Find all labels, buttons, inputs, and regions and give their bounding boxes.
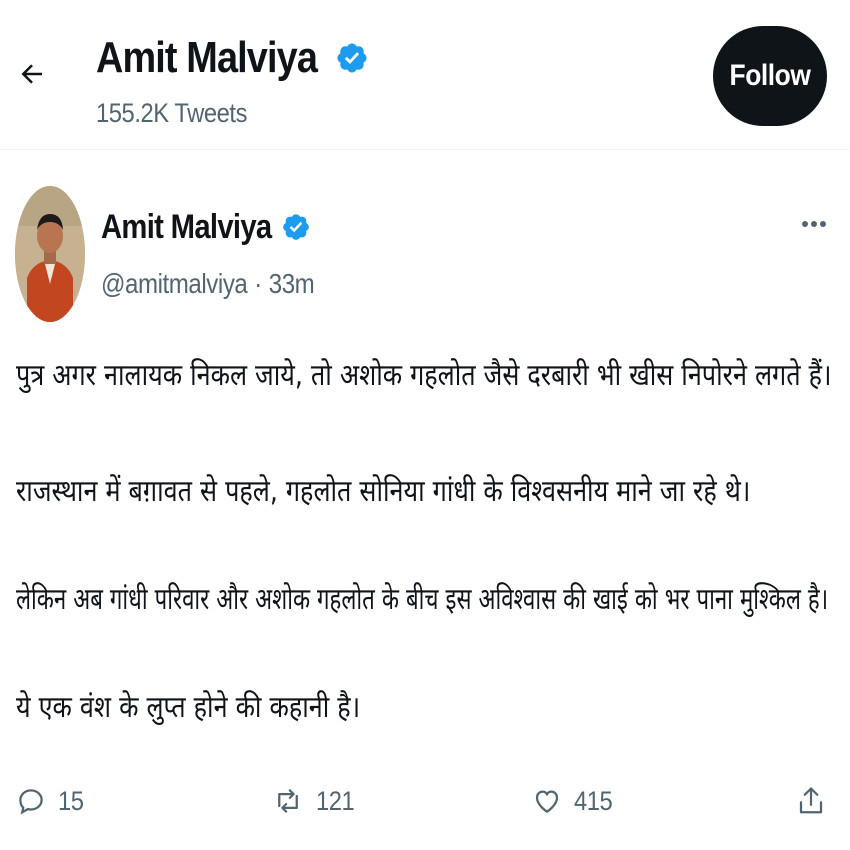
like-count: 415 — [574, 785, 613, 816]
back-button[interactable] — [10, 52, 54, 96]
tweet-count: 155.2K Tweets — [96, 98, 248, 128]
profile-header: Amit Malviya 155.2K Tweets Follow — [0, 0, 850, 150]
page-title: Amit Malviya — [96, 33, 318, 82]
avatar[interactable] — [15, 186, 85, 322]
follow-button[interactable]: Follow — [713, 26, 827, 126]
heart-icon — [535, 790, 559, 813]
header-title-row: Amit Malviya — [96, 30, 369, 86]
like-action[interactable]: 415 — [532, 776, 618, 826]
more-horizontal-icon — [802, 221, 826, 227]
tweet-text-line: पुत्र अगर नालायक निकल जाये, तो अशोक गहलो… — [16, 358, 832, 393]
reply-count: 15 — [58, 785, 84, 816]
tweet-meta: @amitmalviya · 33m — [101, 262, 315, 306]
profile-tweet-page: Amit Malviya 155.2K Tweets Follow Amit M… — [0, 0, 850, 850]
more-options-button[interactable] — [792, 204, 836, 244]
verified-badge-icon — [283, 214, 310, 240]
verified-badge-icon — [337, 43, 367, 73]
tweet-text-line: ये एक वंश के लुप्त होने की कहानी है। — [16, 690, 361, 725]
reply-icon — [19, 789, 43, 815]
meta-separator: · — [254, 268, 262, 299]
tweet-handle[interactable]: @amitmalviya — [101, 268, 248, 300]
reply-action[interactable]: 15 — [16, 776, 87, 826]
retweet-icon — [278, 789, 298, 813]
tweet-author-name[interactable]: Amit Malviya — [101, 208, 272, 247]
back-arrow-icon — [21, 64, 42, 84]
retweet-action[interactable]: 121 — [272, 776, 360, 826]
tweet-text-line: राजस्थान में बग़ावत से पहले, गहलोत सोनिय… — [16, 474, 751, 509]
share-action[interactable] — [796, 776, 826, 826]
follow-button-label: Follow — [729, 59, 811, 92]
avatar-image — [15, 186, 85, 322]
tweet-text-line: लेकिन अब गांधी परिवार और अशोक गहलोत के ब… — [16, 582, 829, 617]
tweet-author-row[interactable]: Amit Malviya — [101, 202, 311, 252]
share-icon — [799, 787, 823, 814]
retweet-count: 121 — [316, 785, 355, 816]
tweet-time[interactable]: 33m — [269, 268, 315, 300]
